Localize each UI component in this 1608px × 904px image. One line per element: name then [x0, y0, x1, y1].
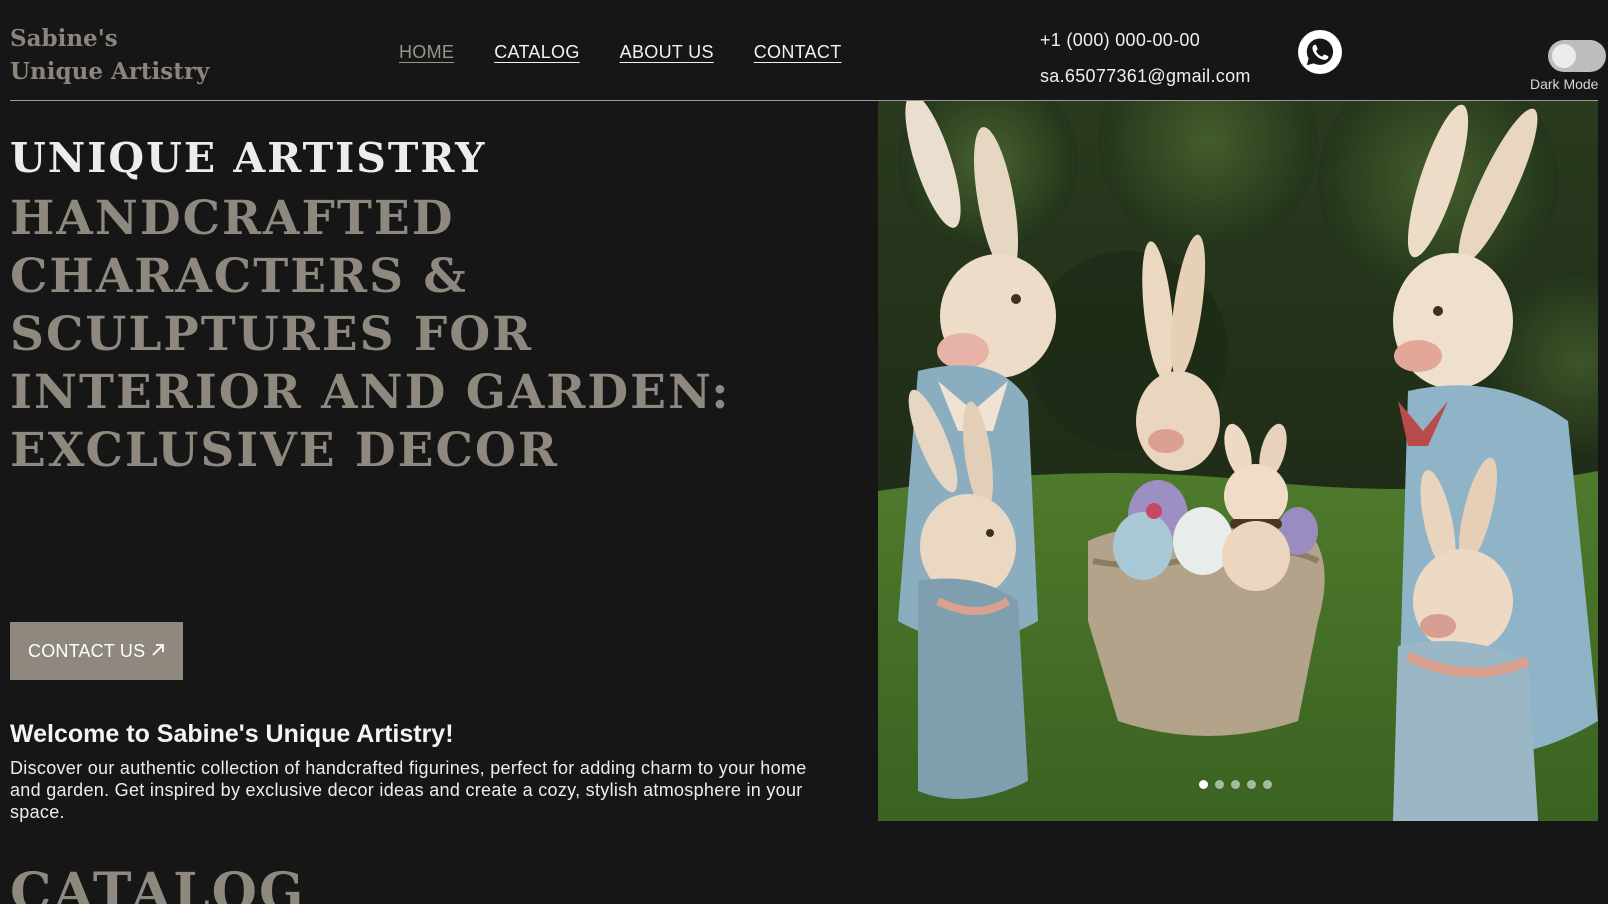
carousel-dot-1[interactable]	[1199, 780, 1208, 789]
nav-catalog[interactable]: CATALOG	[494, 42, 579, 63]
site-header: Sabine's Unique Artistry HOME CATALOG AB…	[10, 0, 1606, 101]
page: Sabine's Unique Artistry HOME CATALOG AB…	[0, 0, 1608, 904]
welcome-text: Discover our authentic collection of han…	[10, 758, 807, 822]
nav-contact[interactable]: CONTACT	[754, 42, 842, 63]
carousel-dots	[1199, 780, 1272, 789]
email-link[interactable]: sa.65077361@gmail.com	[1040, 58, 1251, 94]
carousel-dot-5[interactable]	[1263, 780, 1272, 789]
hero-kicker: UNIQUE ARTISTRY	[10, 134, 487, 182]
toggle-knob	[1552, 44, 1576, 68]
nav-home[interactable]: HOME	[399, 42, 454, 63]
contact-us-button[interactable]: CONTACT US	[10, 622, 183, 680]
brand-line-2: Unique Artistry	[10, 58, 210, 85]
dark-mode-label: Dark Mode	[1530, 76, 1599, 92]
hero-title: HANDCRAFTED CHARACTERS & SCULPTURES FOR …	[10, 191, 731, 478]
carousel-dot-3[interactable]	[1231, 780, 1240, 789]
whatsapp-icon[interactable]	[1298, 30, 1342, 74]
welcome-title: Welcome to Sabine's Unique Artistry!	[10, 720, 454, 748]
header-contacts: +1 (000) 000-00-00 sa.65077361@gmail.com	[1040, 22, 1251, 94]
hero-carousel[interactable]	[878, 101, 1598, 821]
carousel-dot-4[interactable]	[1247, 780, 1256, 789]
arrow-up-right-icon	[152, 644, 164, 656]
carousel-dot-2[interactable]	[1215, 780, 1224, 789]
nav-about-us[interactable]: ABOUT US	[620, 42, 714, 63]
main-nav: HOME CATALOG ABOUT US CONTACT	[399, 42, 842, 63]
catalog-heading: CATALOG	[10, 862, 306, 904]
carousel-slide-image	[878, 101, 1598, 821]
cta-label: CONTACT US	[28, 640, 146, 661]
dark-mode-toggle[interactable]	[1548, 40, 1606, 72]
brand-logo[interactable]: Sabine's Unique Artistry	[10, 22, 209, 88]
phone-link[interactable]: +1 (000) 000-00-00	[1040, 22, 1251, 58]
brand-line-1: Sabine's	[10, 25, 118, 52]
